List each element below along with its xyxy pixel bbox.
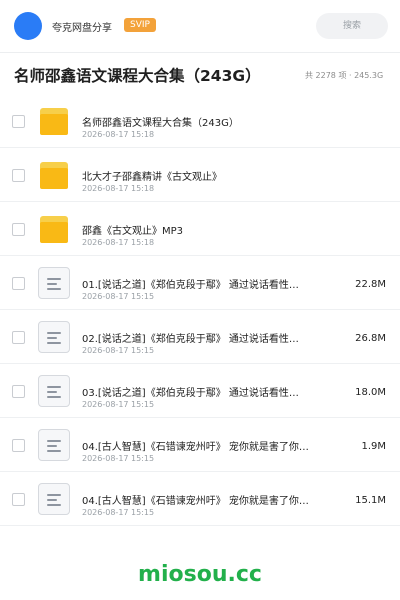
list-item[interactable]: 北大才子邵鑫精讲《古文观止》 2026-08-17 15:18	[0, 148, 400, 202]
watermark-brand: miosou.cc	[138, 562, 262, 587]
row-checkbox[interactable]	[12, 277, 25, 290]
folder-icon	[40, 108, 68, 135]
row-checkbox[interactable]	[12, 115, 25, 128]
item-name: 名师邵鑫语文课程大合集（243G）	[82, 118, 239, 129]
header-divider	[0, 52, 400, 53]
row-checkbox[interactable]	[12, 331, 25, 344]
document-icon	[38, 321, 70, 353]
row-checkbox[interactable]	[12, 439, 25, 452]
item-size: 15.1M	[355, 495, 386, 506]
page-title: 名师邵鑫语文课程大合集（243G）	[14, 67, 261, 85]
list-item[interactable]: 02.[说话之道]《郑伯克段于鄢》 通过说话看性… 2026-08-17 15:…	[0, 310, 400, 364]
search-button[interactable]: 搜索	[316, 13, 388, 39]
user-name[interactable]: 夸克网盘分享	[52, 19, 112, 34]
list-item[interactable]: 邵鑫《古文观止》MP3 2026-08-17 15:18	[0, 202, 400, 256]
list-item[interactable]: 01.[说话之道]《郑伯克段于鄢》 通过说话看性… 2026-08-17 15:…	[0, 256, 400, 310]
item-name: 北大才子邵鑫精讲《古文观止》	[82, 172, 222, 183]
item-date: 2026-08-17 15:15	[82, 292, 155, 301]
list-item[interactable]: 名师邵鑫语文课程大合集（243G） 2026-08-17 15:18	[0, 94, 400, 148]
item-date: 2026-08-17 15:18	[82, 184, 155, 193]
avatar[interactable]	[14, 12, 42, 40]
item-size: 1.9M	[361, 441, 386, 452]
item-date: 2026-08-17 15:15	[82, 346, 155, 355]
vip-badge: SVIP	[124, 18, 156, 32]
item-summary: 共 2278 项 · 245.3G	[305, 71, 384, 80]
item-name: 04.[古人智慧]《石错谏宠州吁》 宠你就是害了你…	[82, 496, 309, 507]
row-checkbox[interactable]	[12, 223, 25, 236]
row-checkbox[interactable]	[12, 385, 25, 398]
file-list: 名师邵鑫语文课程大合集（243G） 2026-08-17 15:18 北大才子邵…	[0, 94, 400, 526]
list-item[interactable]: 03.[说话之道]《郑伯克段于鄢》 通过说话看性… 2026-08-17 15:…	[0, 364, 400, 418]
row-checkbox[interactable]	[12, 169, 25, 182]
item-size: 22.8M	[355, 279, 386, 290]
header-bar: 夸克网盘分享 SVIP 搜索	[0, 0, 400, 52]
item-date: 2026-08-17 15:15	[82, 454, 155, 463]
item-size: 18.0M	[355, 387, 386, 398]
document-icon	[38, 429, 70, 461]
list-item[interactable]: 04.[古人智慧]《石错谏宠州吁》 宠你就是害了你… 2026-08-17 15…	[0, 418, 400, 472]
item-name: 03.[说话之道]《郑伯克段于鄢》 通过说话看性…	[82, 388, 299, 399]
item-size: 26.8M	[355, 333, 386, 344]
item-date: 2026-08-17 15:15	[82, 400, 155, 409]
folder-icon	[40, 162, 68, 189]
document-icon	[38, 375, 70, 407]
item-name: 01.[说话之道]《郑伯克段于鄢》 通过说话看性…	[82, 280, 299, 291]
item-name: 邵鑫《古文观止》MP3	[82, 226, 184, 237]
item-date: 2026-08-17 15:15	[82, 508, 155, 517]
document-icon	[38, 267, 70, 299]
list-item[interactable]: 04.[古人智慧]《石错谏宠州吁》 宠你就是害了你… 2026-08-17 15…	[0, 472, 400, 526]
item-date: 2026-08-17 15:18	[82, 130, 155, 139]
item-date: 2026-08-17 15:18	[82, 238, 155, 247]
row-checkbox[interactable]	[12, 493, 25, 506]
item-name: 04.[古人智慧]《石错谏宠州吁》 宠你就是害了你…	[82, 442, 309, 453]
folder-icon	[40, 216, 68, 243]
item-name: 02.[说话之道]《郑伯克段于鄢》 通过说话看性…	[82, 334, 299, 345]
document-icon	[38, 483, 70, 515]
